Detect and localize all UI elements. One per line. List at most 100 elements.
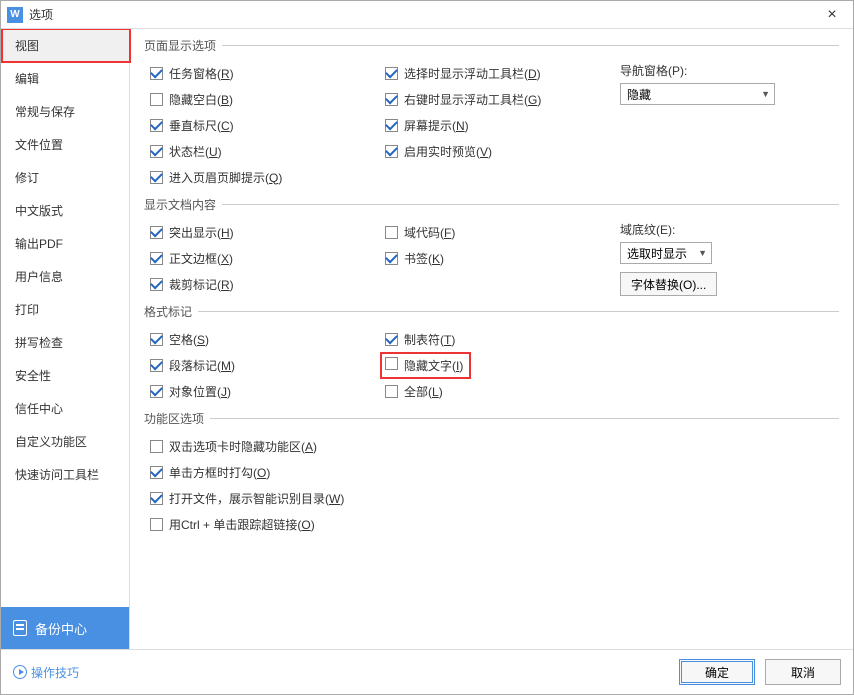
checkbox-icon <box>150 518 163 531</box>
doc-content-checkbox[interactable]: 书签(K) <box>379 245 614 271</box>
page-display-checkbox[interactable]: 屏幕提示(N) <box>379 112 614 138</box>
checkbox-label: 隐藏空白(B) <box>169 91 233 108</box>
sidebar-item[interactable]: 输出PDF <box>1 227 129 260</box>
checkbox-icon <box>385 357 398 370</box>
doc-content-checkbox[interactable]: 裁剪标记(R) <box>144 271 379 297</box>
backup-icon <box>13 620 27 636</box>
checkbox-icon <box>150 278 163 291</box>
close-button[interactable]: × <box>817 5 847 25</box>
checkbox-label: 双击选项卡时隐藏功能区(A) <box>169 438 317 455</box>
section-page-display: 页面显示选项 任务窗格(R)隐藏空白(B)垂直标尺(C)状态栏(U)进入页眉页脚… <box>144 37 839 190</box>
nav-pane-label: 导航窗格(P): <box>620 62 839 79</box>
checkbox-icon <box>150 492 163 505</box>
checkbox-label: 打开文件，展示智能识别目录(W) <box>169 490 344 507</box>
checkbox-icon <box>385 333 398 346</box>
font-replace-button[interactable]: 字体替换(O)... <box>620 272 717 296</box>
checkbox-label: 任务窗格(R) <box>169 65 234 82</box>
ribbon-checkbox[interactable]: 双击选项卡时隐藏功能区(A) <box>144 433 839 459</box>
checkbox-icon <box>150 119 163 132</box>
backup-center-button[interactable]: 备份中心 <box>1 607 129 649</box>
format-marks-checkbox[interactable]: 制表符(T) <box>379 326 614 352</box>
checkbox-label: 隐藏文字(I) <box>404 357 463 374</box>
checkbox-label: 屏幕提示(N) <box>404 117 469 134</box>
ribbon-checkbox[interactable]: 单击方框时打勾(O) <box>144 459 839 485</box>
sidebar-item[interactable]: 修订 <box>1 161 129 194</box>
sidebar-item[interactable]: 编辑 <box>1 62 129 95</box>
page-display-checkbox[interactable]: 选择时显示浮动工具栏(D) <box>379 60 614 86</box>
checkbox-label: 启用实时预览(V) <box>404 143 492 160</box>
nav-pane-dropdown[interactable]: 隐藏 ▼ <box>620 83 775 105</box>
page-display-checkbox[interactable]: 右键时显示浮动工具栏(G) <box>379 86 614 112</box>
cancel-button[interactable]: 取消 <box>765 659 841 685</box>
tips-link[interactable]: 操作技巧 <box>13 664 669 681</box>
doc-content-checkbox[interactable]: 突出显示(H) <box>144 219 379 245</box>
doc-content-checkbox[interactable]: 正文边框(X) <box>144 245 379 271</box>
checkbox-label: 对象位置(J) <box>169 383 231 400</box>
checkbox-icon <box>385 67 398 80</box>
sidebar-item[interactable]: 常规与保存 <box>1 95 129 128</box>
nav-pane-value: 隐藏 <box>627 86 651 103</box>
footer: 操作技巧 确定 取消 <box>1 649 853 694</box>
checkbox-label: 选择时显示浮动工具栏(D) <box>404 65 541 82</box>
field-shading-label: 域底纹(E): <box>620 221 839 238</box>
page-display-checkbox[interactable]: 状态栏(U) <box>144 138 379 164</box>
checkbox-icon <box>385 93 398 106</box>
field-shading-dropdown[interactable]: 选取时显示 ▼ <box>620 242 712 264</box>
checkbox-label: 单击方框时打勾(O) <box>169 464 270 481</box>
sidebar-item[interactable]: 中文版式 <box>1 194 129 227</box>
doc-content-checkbox[interactable]: 域代码(F) <box>379 219 614 245</box>
sidebar-item[interactable]: 用户信息 <box>1 260 129 293</box>
sidebar-item[interactable]: 文件位置 <box>1 128 129 161</box>
ok-button[interactable]: 确定 <box>679 659 755 685</box>
section-legend: 功能区选项 <box>144 410 210 427</box>
section-format-marks: 格式标记 空格(S) 段落标记(M) 对象位置(J) 制表符(T) 隐藏文字(I) 全部… <box>144 303 839 404</box>
format-marks-checkbox[interactable]: 全部(L) <box>379 378 614 404</box>
page-display-checkbox[interactable]: 启用实时预览(V) <box>379 138 614 164</box>
checkbox-label: 右键时显示浮动工具栏(G) <box>404 91 541 108</box>
format-marks-checkbox[interactable]: 空格(S) <box>144 326 379 352</box>
checkbox-label: 制表符(T) <box>404 331 455 348</box>
page-display-checkbox[interactable]: 进入页眉页脚提示(Q) <box>144 164 379 190</box>
section-ribbon-options: 功能区选项 双击选项卡时隐藏功能区(A) 单击方框时打勾(O) 打开文件，展示智能识… <box>144 410 839 537</box>
format-marks-checkbox[interactable]: 对象位置(J) <box>144 378 379 404</box>
checkbox-icon <box>150 333 163 346</box>
page-display-checkbox[interactable]: 垂直标尺(C) <box>144 112 379 138</box>
sidebar-item[interactable]: 安全性 <box>1 359 129 392</box>
ribbon-checkbox[interactable]: 用Ctrl + 单击跟踪超链接(O) <box>144 511 839 537</box>
page-display-checkbox[interactable]: 任务窗格(R) <box>144 60 379 86</box>
checkbox-label: 书签(K) <box>404 250 444 267</box>
checkbox-icon <box>150 171 163 184</box>
checkbox-icon <box>385 145 398 158</box>
checkbox-label: 进入页眉页脚提示(Q) <box>169 169 282 186</box>
checkbox-icon <box>150 440 163 453</box>
sidebar-item[interactable]: 快速访问工具栏 <box>1 458 129 491</box>
format-marks-checkbox[interactable]: 隐藏文字(I) <box>379 352 614 378</box>
format-marks-checkbox[interactable]: 段落标记(M) <box>144 352 379 378</box>
checkbox-label: 用Ctrl + 单击跟踪超链接(O) <box>169 516 315 533</box>
chevron-down-icon: ▼ <box>761 89 770 99</box>
checkbox-icon <box>150 226 163 239</box>
page-display-checkbox[interactable]: 隐藏空白(B) <box>144 86 379 112</box>
app-icon: W <box>7 7 23 23</box>
ribbon-checkbox[interactable]: 打开文件，展示智能识别目录(W) <box>144 485 839 511</box>
checkbox-icon <box>150 466 163 479</box>
checkbox-label: 状态栏(U) <box>169 143 222 160</box>
checkbox-label: 段落标记(M) <box>169 357 235 374</box>
tips-label: 操作技巧 <box>31 664 79 681</box>
checkbox-icon <box>150 145 163 158</box>
section-legend: 格式标记 <box>144 303 198 320</box>
chevron-down-icon: ▼ <box>698 248 707 258</box>
checkbox-label: 正文边框(X) <box>169 250 233 267</box>
checkbox-icon <box>150 385 163 398</box>
sidebar-item[interactable]: 信任中心 <box>1 392 129 425</box>
sidebar-item[interactable]: 自定义功能区 <box>1 425 129 458</box>
checkbox-icon <box>385 226 398 239</box>
play-icon <box>13 665 27 679</box>
section-doc-content: 显示文档内容 突出显示(H)正文边框(X)裁剪标记(R) 域代码(F)书签(K)… <box>144 196 839 297</box>
options-dialog: W 选项 × 视图编辑常规与保存文件位置修订中文版式输出PDF用户信息打印拼写检… <box>0 0 854 695</box>
sidebar-item[interactable]: 打印 <box>1 293 129 326</box>
sidebar-item[interactable]: 拼写检查 <box>1 326 129 359</box>
checkbox-icon <box>150 67 163 80</box>
checkbox-icon <box>385 385 398 398</box>
sidebar-item[interactable]: 视图 <box>1 29 129 62</box>
